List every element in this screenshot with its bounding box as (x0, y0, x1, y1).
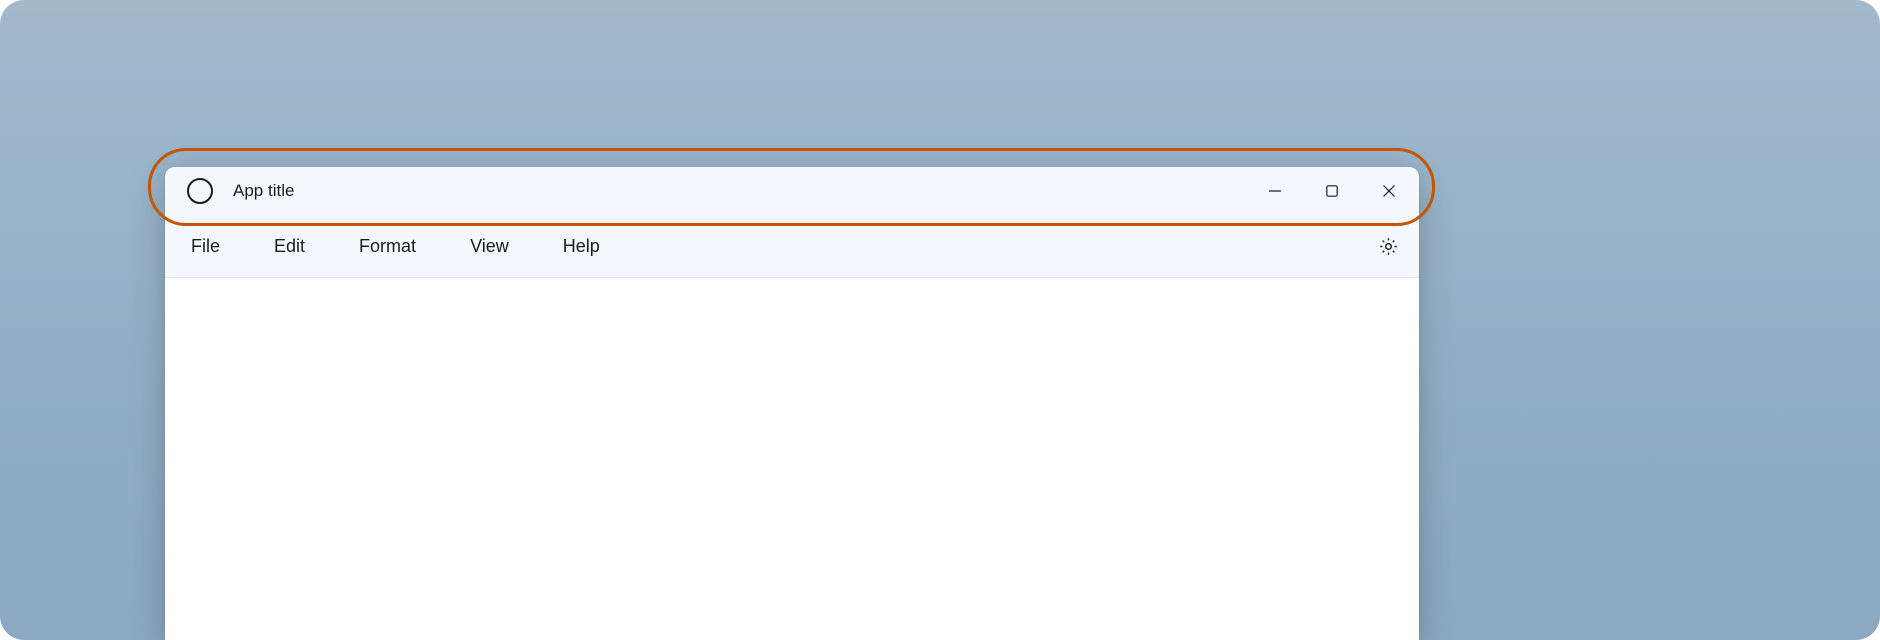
menu-file[interactable]: File (191, 236, 220, 257)
menu-edit[interactable]: Edit (274, 236, 305, 257)
titlebar[interactable]: App title (165, 167, 1419, 215)
settings-button[interactable] (1378, 236, 1399, 257)
app-window: App title File Edit (165, 167, 1419, 640)
gear-icon (1378, 236, 1399, 257)
menubar: File Edit Format View Help (165, 215, 1419, 278)
menubar-items: File Edit Format View Help (191, 236, 600, 257)
menu-help[interactable]: Help (563, 236, 600, 257)
menu-format[interactable]: Format (359, 236, 416, 257)
minimize-icon (1268, 184, 1282, 198)
menu-view[interactable]: View (470, 236, 509, 257)
app-icon (187, 178, 213, 204)
maximize-button[interactable] (1303, 167, 1360, 215)
maximize-icon (1325, 184, 1339, 198)
close-icon (1382, 184, 1396, 198)
content-area (165, 278, 1419, 640)
titlebar-leading: App title (187, 178, 294, 204)
caption-controls (1246, 167, 1417, 215)
app-title: App title (233, 181, 294, 201)
close-button[interactable] (1360, 167, 1417, 215)
minimize-button[interactable] (1246, 167, 1303, 215)
